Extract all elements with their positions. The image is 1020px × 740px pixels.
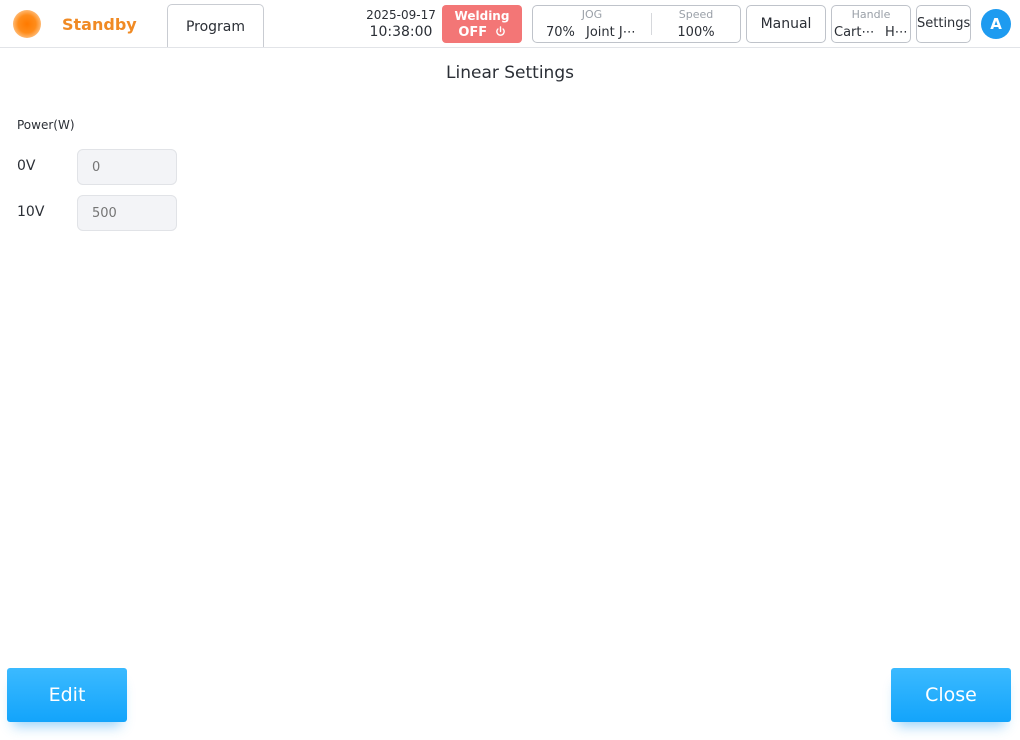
handle-coord: Cart⋯	[834, 25, 875, 40]
row-label-0v: 0V	[17, 158, 36, 174]
section-label-power: Power(W)	[17, 118, 75, 132]
close-button[interactable]: Close	[891, 668, 1011, 722]
status-label: Standby	[62, 15, 137, 34]
header-divider	[0, 47, 1020, 48]
edit-button[interactable]: Edit	[7, 668, 127, 722]
handle-label: Handle	[851, 8, 891, 21]
power-10v-input[interactable]	[77, 195, 177, 231]
manual-mode-button[interactable]: Manual	[746, 5, 826, 43]
tab-program[interactable]: Program	[167, 4, 264, 48]
welding-value-row: OFF	[442, 24, 522, 41]
top-bar: Standby Program 2025-09-17 10:38:00 Weld…	[0, 0, 1020, 48]
welding-label: Welding	[454, 9, 510, 23]
row-label-10v: 10V	[17, 204, 45, 220]
power-icon	[495, 26, 505, 36]
welding-toggle-button[interactable]: Welding OFF	[442, 5, 522, 43]
handle-panel[interactable]: Handle Cart⋯ H⋯	[831, 5, 911, 43]
jog-label: JOG	[581, 8, 603, 21]
handle-value: H⋯	[885, 25, 908, 40]
datetime: 2025-09-17 10:38:00	[366, 7, 436, 41]
time-label: 10:38:00	[369, 24, 433, 40]
settings-button[interactable]: Settings	[916, 5, 971, 43]
status-indicator-icon	[13, 10, 41, 38]
jog-speed-panel[interactable]: JOG 70% Joint J⋯ Speed 100%	[532, 5, 741, 43]
jog-mode: Joint J⋯	[586, 25, 636, 40]
speed-label: Speed	[678, 8, 714, 21]
welding-value: OFF	[458, 25, 488, 40]
avatar[interactable]: A	[981, 9, 1011, 39]
date-label: 2025-09-17	[366, 8, 436, 22]
power-0v-input[interactable]	[77, 149, 177, 185]
jog-percent: 70%	[546, 25, 575, 40]
page-title: Linear Settings	[446, 63, 574, 83]
speed-value: 100%	[677, 25, 715, 40]
